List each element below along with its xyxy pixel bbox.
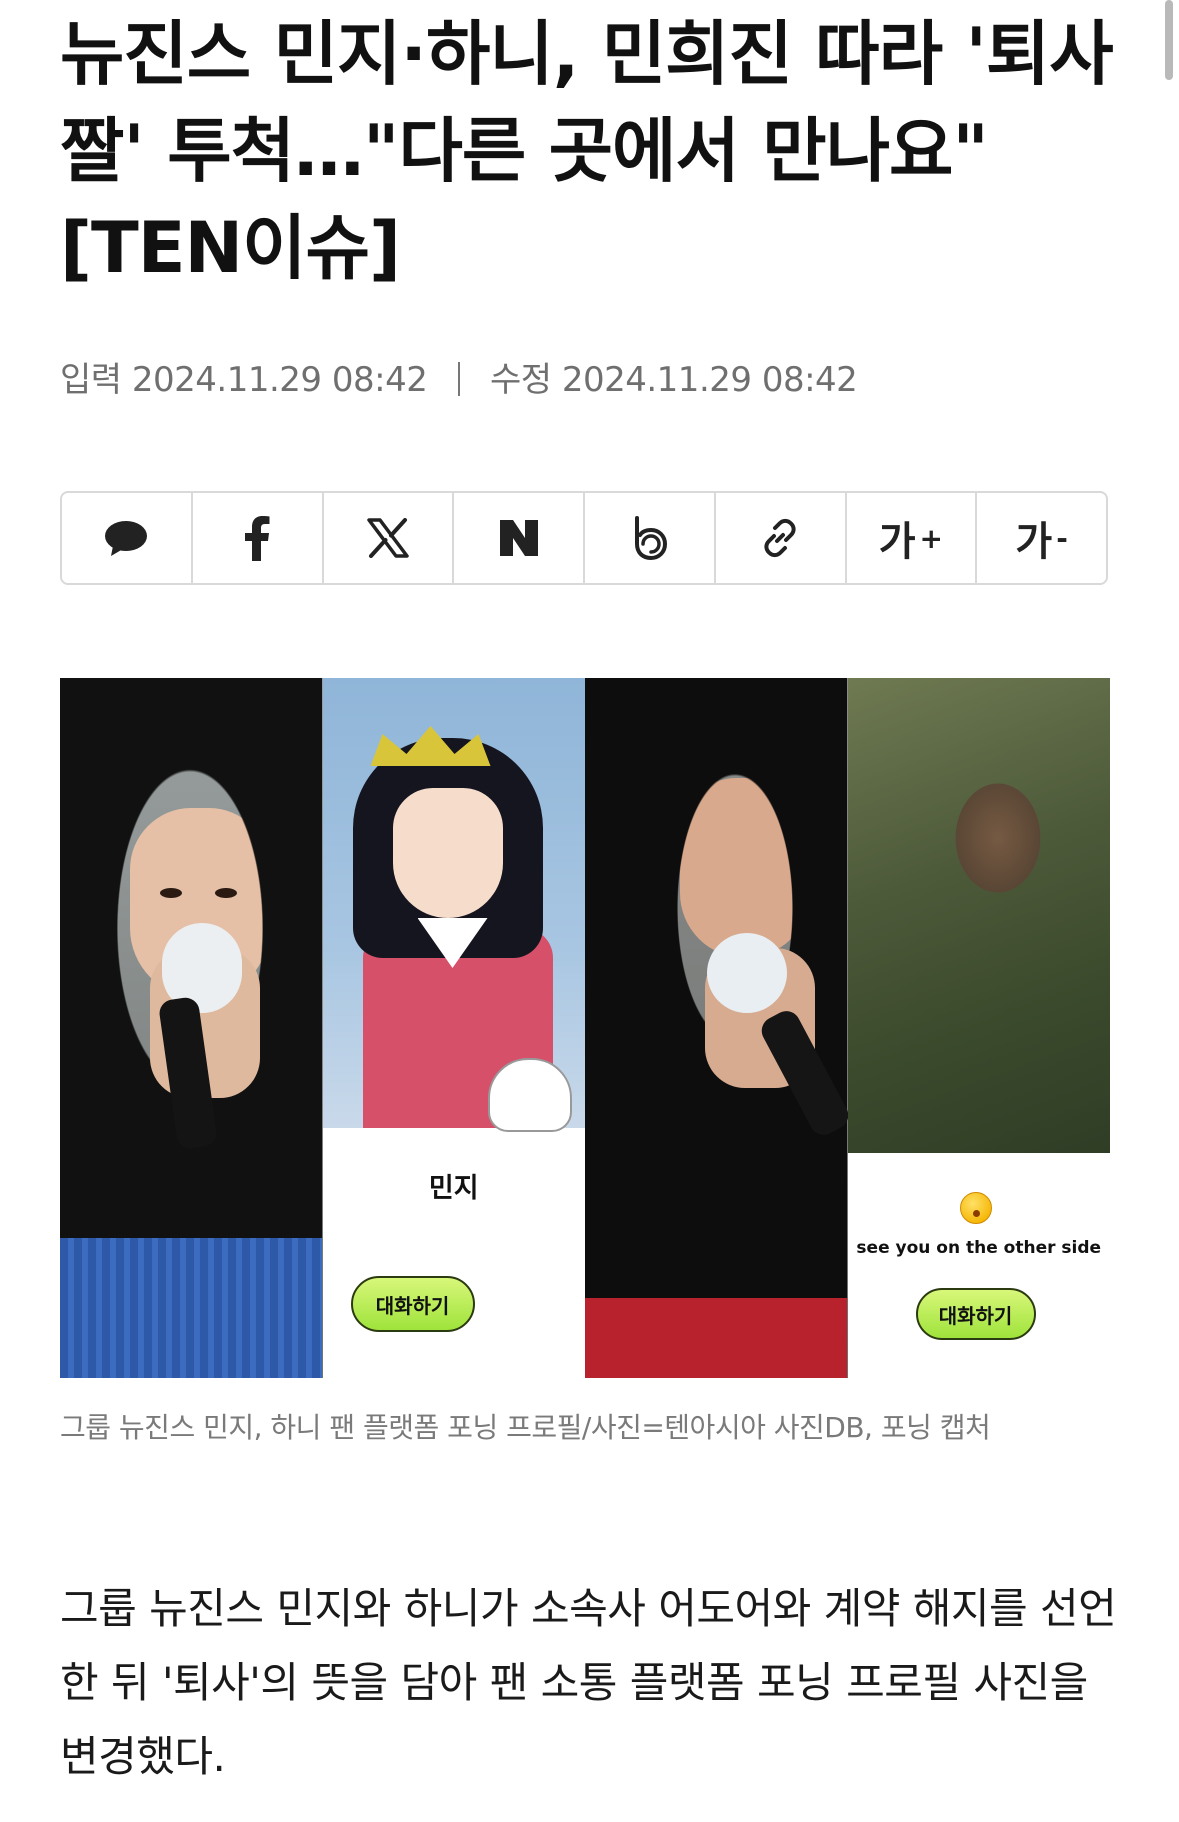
link-icon	[764, 518, 796, 558]
hanni-phoning-profile: see you on the other side 대화하기	[847, 678, 1110, 1378]
published-label: 입력	[60, 360, 122, 400]
modified-time: 2024.11.29 08:42	[561, 360, 858, 400]
share-toolbar: 가 + 가-	[60, 491, 1108, 585]
article-headline: 뉴진스 민지·하니, 민희진 따라 '퇴사짤' 투척…"다른 곳에서 만나요" …	[60, 13, 1114, 289]
minji-photo	[60, 678, 323, 1378]
chat-button: 대화하기	[350, 1276, 475, 1332]
published-time: 2024.11.29 08:42	[131, 360, 428, 400]
minus-icon: -	[1056, 521, 1068, 555]
naver-share-button[interactable]	[454, 493, 585, 583]
font-increase-label: 가	[878, 519, 916, 565]
profile-status: see you on the other side	[856, 1238, 1102, 1258]
font-size-increase-button[interactable]: 가 +	[847, 493, 978, 583]
microphone-cover	[707, 933, 787, 1013]
x-share-button[interactable]	[324, 493, 455, 583]
x-icon	[367, 518, 409, 558]
profile-figure	[887, 708, 1088, 1008]
hanni-photo	[585, 678, 848, 1378]
comment-button[interactable]	[62, 493, 193, 583]
font-size-decrease-button[interactable]: 가-	[977, 493, 1106, 583]
dog-illustration	[487, 1058, 572, 1132]
facebook-share-button[interactable]	[193, 493, 324, 583]
plus-icon: +	[919, 521, 944, 555]
kissing-face-icon	[959, 1192, 992, 1224]
scrollbar[interactable]	[1165, 0, 1173, 80]
band-share-button[interactable]	[585, 493, 716, 583]
modified-label: 수정	[489, 360, 552, 400]
naver-icon	[499, 520, 538, 556]
chat-button: 대화하기	[915, 1288, 1036, 1340]
article-body: 그룹 뉴진스 민지와 하니가 소속사 어도어와 계약 해지를 선언한 뒤 '퇴사…	[60, 1584, 1117, 1781]
character-face	[392, 788, 503, 918]
image-caption: 그룹 뉴진스 민지, 하니 팬 플랫폼 포닝 프로필/사진=텐아시아 사진DB,…	[60, 1411, 991, 1444]
facebook-icon	[245, 516, 270, 561]
article-timestamps: 입력 2024.11.29 08:42 수정 2024.11.29 08:42	[60, 352, 858, 401]
article-image[interactable]: 민지 대화하기 see you on the other side 대화하기	[60, 678, 1110, 1378]
copy-link-button[interactable]	[716, 493, 847, 583]
comment-icon	[105, 521, 148, 556]
band-icon	[635, 516, 668, 561]
font-decrease-label: 가	[1015, 519, 1053, 565]
timestamp-divider	[457, 362, 460, 396]
profile-name: 민지	[428, 1173, 479, 1204]
minji-phoning-profile: 민지 대화하기	[322, 678, 585, 1378]
